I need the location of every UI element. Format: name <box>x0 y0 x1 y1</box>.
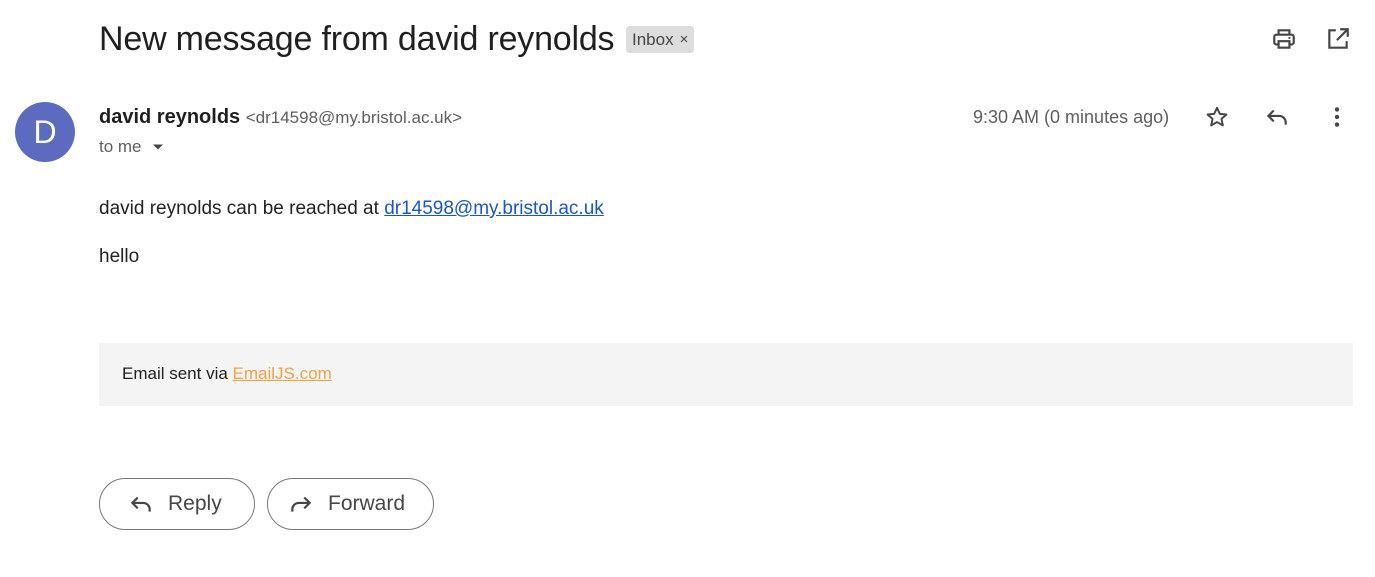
body-line-contact: david reynolds can be reached at dr14598… <box>99 197 604 221</box>
open-in-new-icon <box>1328 28 1349 49</box>
reply-icon <box>130 496 151 512</box>
caret-down-icon <box>152 144 163 150</box>
recipient-details-toggle[interactable]: to me <box>99 136 168 158</box>
label-text: Inbox <box>632 30 674 49</box>
forward-button[interactable]: Forward <box>267 478 434 530</box>
body-text: david reynolds can be reached at <box>99 198 385 219</box>
more-vert-icon <box>1334 107 1340 127</box>
emailjs-link[interactable]: EmailJS.com <box>233 364 332 383</box>
sender-email-link[interactable]: dr14598@my.bristol.ac.uk <box>384 198 604 219</box>
email-footer: Email sent via EmailJS.com <box>99 343 1353 406</box>
reply-button[interactable]: Reply <box>99 478 255 530</box>
footer-prefix: Email sent via <box>122 364 233 383</box>
reply-icon <box>1266 109 1287 125</box>
sender-name[interactable]: david reynolds <box>99 106 240 128</box>
forward-icon <box>291 496 312 512</box>
reply-label: Reply <box>168 492 222 515</box>
email-subject: New message from david reynolds <box>99 20 615 58</box>
sender-line: david reynolds <dr14598@my.bristol.ac.uk… <box>99 104 462 131</box>
more-options-button[interactable] <box>1319 99 1355 135</box>
star-icon <box>1206 106 1228 127</box>
email-timestamp: 9:30 AM (0 minutes ago) <box>973 107 1170 127</box>
sender-email: <dr14598@my.bristol.ac.uk> <box>245 108 463 127</box>
recipient-label: to me <box>99 137 142 156</box>
reply-icon-button[interactable] <box>1259 99 1295 135</box>
print-icon <box>1273 29 1295 49</box>
star-button[interactable] <box>1199 99 1235 135</box>
sender-avatar[interactable]: D <box>15 102 75 162</box>
inbox-label-chip[interactable]: Inbox × <box>626 26 695 53</box>
print-button[interactable] <box>1266 21 1302 57</box>
forward-label: Forward <box>328 492 406 515</box>
open-in-new-window-button[interactable] <box>1320 21 1356 57</box>
footer-text: Email sent via EmailJS.com <box>122 363 332 385</box>
remove-label-icon[interactable]: × <box>680 26 689 53</box>
body-line-message: hello <box>99 246 140 267</box>
